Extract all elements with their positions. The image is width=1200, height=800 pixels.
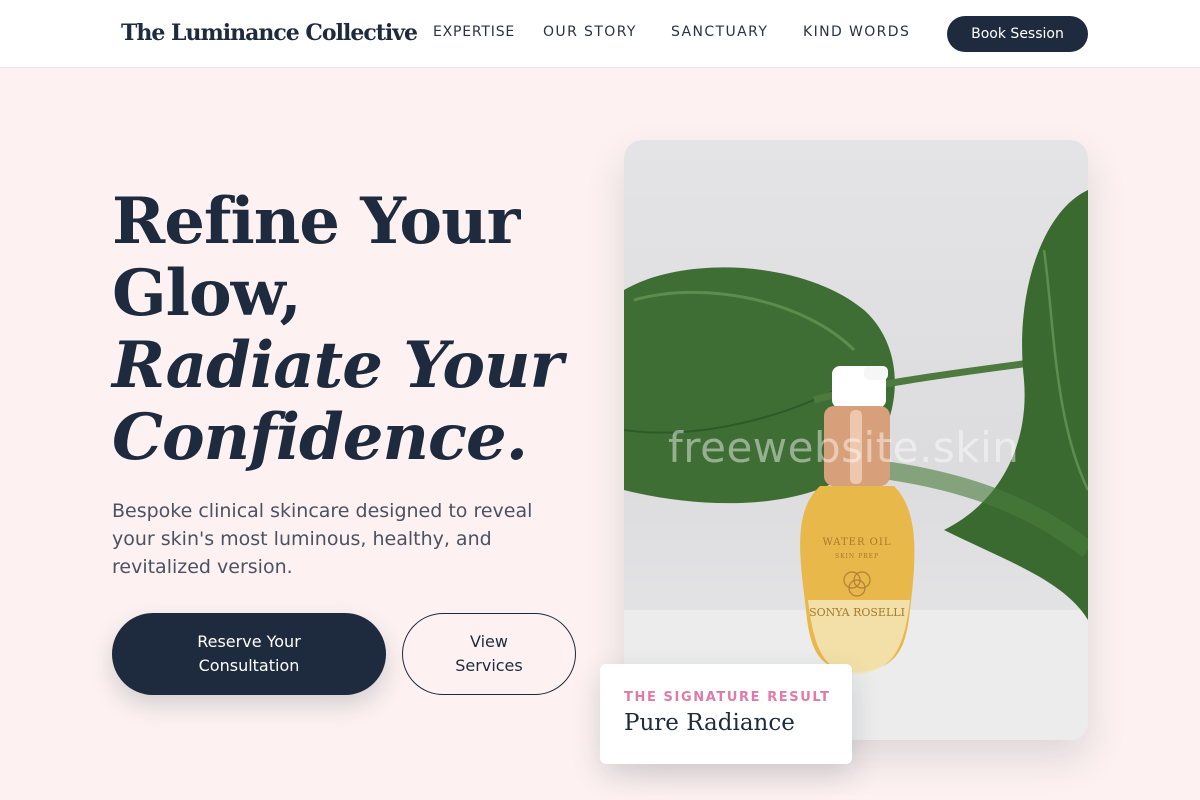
nav-expertise[interactable]: EXPERTISE — [433, 24, 515, 40]
watermark-text: freewebsite.skin — [668, 423, 1020, 472]
reserve-consultation-button[interactable]: Reserve Your Consultation — [112, 613, 386, 695]
product-photo: WATER OIL SKIN PREP SONYA ROSELLI freewe… — [624, 140, 1088, 740]
hero-subtitle: Bespoke clinical skincare designed to re… — [112, 500, 533, 578]
view-services-button[interactable]: View Services — [402, 613, 576, 695]
bottle-brand: SONYA ROSELLI — [809, 606, 905, 619]
result-title: Pure Radiance — [624, 710, 795, 736]
nav-kind-words[interactable]: KIND WORDS — [803, 24, 910, 40]
nav-our-story[interactable]: OUR STORY — [543, 24, 637, 40]
hero-title-line-1: Refine Your — [112, 184, 520, 259]
leaf-right — [944, 190, 1088, 620]
hero-title-line-4: Confidence. — [112, 400, 528, 475]
result-eyebrow: THE SIGNATURE RESULT — [624, 690, 831, 705]
hero-title-line-2: Glow, — [112, 256, 302, 331]
hero-title-line-3: Radiate Your — [112, 328, 563, 403]
nav-sanctuary[interactable]: SANCTUARY — [671, 24, 768, 40]
bottle-label-sub: SKIN PREP — [835, 553, 879, 560]
brand-logo[interactable]: The Luminance Collective — [121, 20, 418, 46]
signature-result-card: THE SIGNATURE RESULT Pure Radiance — [600, 664, 852, 764]
book-session-button[interactable]: Book Session — [947, 16, 1088, 52]
bottle-label-top: WATER OIL — [823, 537, 892, 548]
site-header: The Luminance Collective EXPERTISE OUR S… — [0, 0, 1200, 68]
hero-title: Refine Your Glow, Radiate Your Confidenc… — [112, 186, 582, 474]
